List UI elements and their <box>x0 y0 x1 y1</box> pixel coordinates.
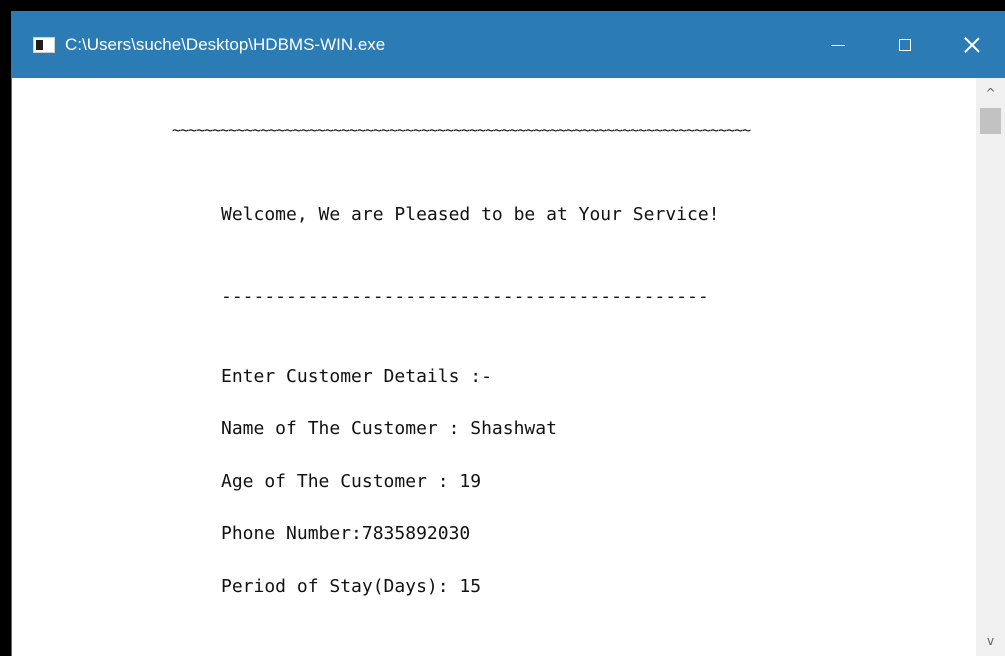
console-app-icon[interactable] <box>33 37 55 53</box>
console-window: C:\Users\suche\Desktop\HDBMS-WIN.exe ~~~… <box>12 12 1005 656</box>
close-icon <box>963 36 981 54</box>
tilde-separator: ~~~~~~~~~~~~~~~~~~~~~~~~~~~~~~~~~~~~~~~~… <box>172 121 751 139</box>
title-bar[interactable]: C:\Users\suche\Desktop\HDBMS-WIN.exe <box>12 12 1005 78</box>
welcome-message: Welcome, We are Pleased to be at Your Se… <box>221 204 720 225</box>
customer-age-line: Age of The Customer : 19 <box>221 471 482 492</box>
close-button[interactable] <box>938 12 1005 78</box>
vertical-scrollbar[interactable]: ^ v <box>976 78 1005 656</box>
customer-name-line: Name of The Customer : Shashwat <box>221 418 557 439</box>
period-of-stay-line: Period of Stay(Days): 15 <box>221 576 482 597</box>
maximize-icon <box>898 39 911 51</box>
window-title: C:\Users\suche\Desktop\HDBMS-WIN.exe <box>65 35 386 54</box>
dash-separator: ----------------------------------------… <box>221 286 709 307</box>
maximize-button[interactable] <box>871 12 938 78</box>
console-output[interactable]: ~~~~~~~~~~~~~~~~~~~~~~~~~~~~~~~~~~~~~~~~… <box>12 78 976 656</box>
enter-details-prompt: Enter Customer Details :- <box>221 366 492 387</box>
scroll-up-arrow-icon[interactable]: ^ <box>976 78 1005 108</box>
minimize-button[interactable] <box>804 12 871 78</box>
scroll-down-arrow-icon[interactable]: v <box>976 626 1005 656</box>
scroll-thumb[interactable] <box>980 108 1001 134</box>
minimize-icon <box>830 44 845 46</box>
phone-number-line: Phone Number:7835892030 <box>221 523 471 544</box>
